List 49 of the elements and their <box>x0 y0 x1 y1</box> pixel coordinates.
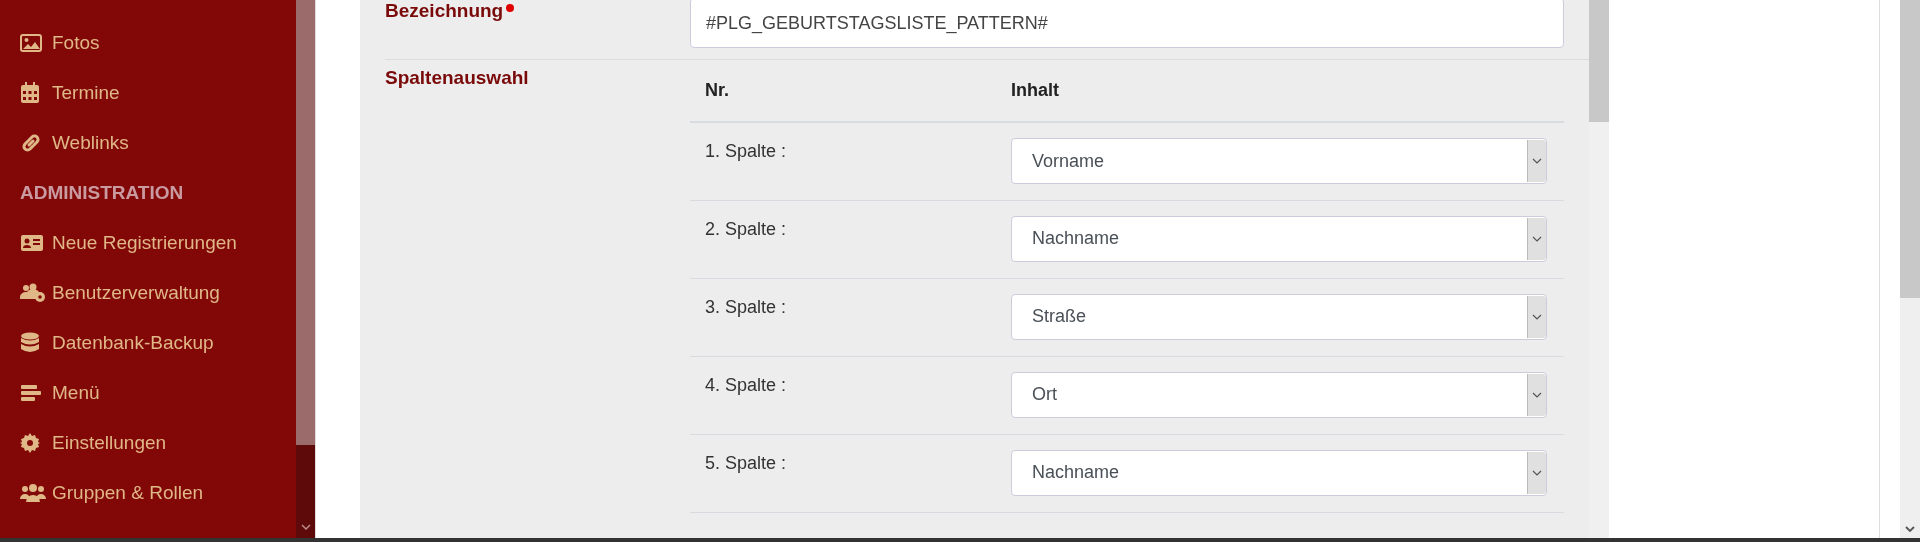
sidebar-item[interactable]: Menü <box>0 368 296 418</box>
users-icon <box>20 483 46 503</box>
input-field[interactable]: #PLG_GEBURTSTAGSLISTE_PATTERN# <box>690 0 1564 48</box>
table-cell: 4. Spalte : <box>705 374 787 396</box>
sidebar-item[interactable]: Einstellungen <box>0 418 296 468</box>
gear-icon <box>20 433 40 453</box>
chevron-down-icon[interactable] <box>300 524 311 530</box>
id-card-icon <box>20 234 44 252</box>
scrollbar-thumb[interactable] <box>296 0 315 445</box>
sidebar-item[interactable]: Neue Registrierungen <box>0 218 296 268</box>
sidebar-item[interactable]: Gruppen & Rollen <box>0 468 296 518</box>
chevron-down-icon <box>1532 391 1542 398</box>
database-icon <box>20 332 40 354</box>
table-cell: 2. Spalte : <box>705 218 787 240</box>
chevron-down-icon[interactable] <box>1905 526 1915 532</box>
dropdown-button[interactable] <box>1527 373 1546 416</box>
table-cell: 3. Spalte : <box>705 296 787 318</box>
sidebar-item[interactable]: Fotos <box>0 18 296 68</box>
select-field[interactable]: Vorname <box>1011 138 1547 184</box>
dropdown-button[interactable] <box>1527 451 1546 494</box>
dropdown-button[interactable] <box>1527 217 1546 260</box>
field-label: Spaltenauswahl <box>385 67 529 88</box>
chevron-down-icon <box>1532 469 1542 476</box>
table-cell: 5. Spalte : <box>705 452 787 474</box>
scrollbar-thumb[interactable] <box>1589 0 1609 122</box>
dropdown-button[interactable] <box>1527 140 1546 182</box>
sidebar-item[interactable]: Termine <box>0 68 296 118</box>
link-icon <box>20 132 42 154</box>
calendar-icon <box>20 82 40 104</box>
sidebar-item[interactable]: Weblinks <box>0 118 296 168</box>
select-field[interactable]: Straße <box>1011 293 1547 340</box>
image-icon <box>20 34 42 52</box>
users-gear-icon <box>20 283 46 303</box>
dropdown-button[interactable] <box>1527 295 1546 338</box>
sidebar-item[interactable]: Datenbank-Backup <box>0 318 296 368</box>
bars-icon <box>20 384 42 402</box>
field-label: Bezeichnung <box>385 0 504 21</box>
select-field[interactable]: Ort <box>1011 371 1547 418</box>
chevron-down-icon <box>1532 158 1542 164</box>
table-cell: 1. Spalte : <box>705 141 787 162</box>
column-header: Nr. <box>705 80 729 101</box>
select-field[interactable]: Nachname <box>1011 215 1547 262</box>
select-field[interactable]: Nachname <box>1011 449 1547 496</box>
sidebar-item[interactable]: Benutzerverwaltung <box>0 268 296 318</box>
scrollbar-thumb[interactable] <box>1900 0 1920 298</box>
chevron-down-icon <box>1532 313 1542 320</box>
column-header: Inhalt <box>1011 80 1059 101</box>
section-heading: ADMINISTRATION <box>19 181 185 205</box>
chevron-down-icon <box>1532 235 1542 242</box>
